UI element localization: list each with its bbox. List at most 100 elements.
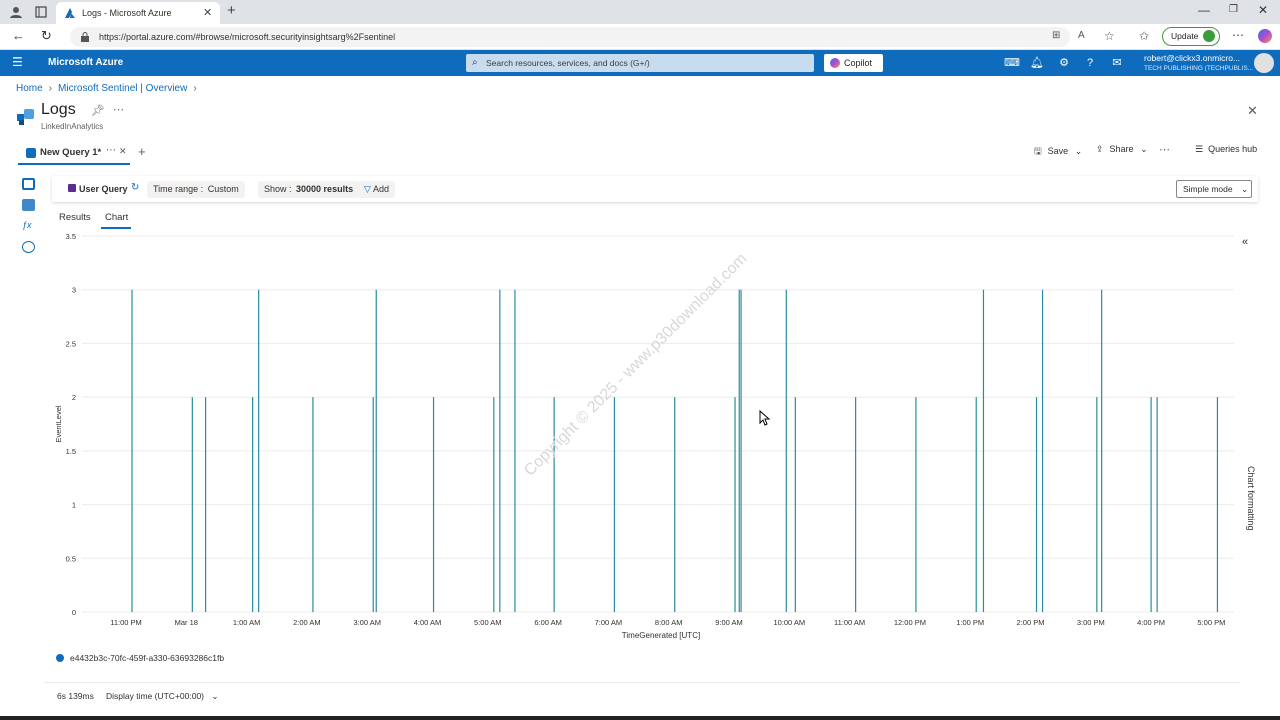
- browser-tab-bar: Logs - Microsoft Azure ✕ + — ❐ ✕: [0, 0, 1280, 24]
- logs-icon: [17, 109, 34, 125]
- settings-icon[interactable]: ⚙: [1057, 56, 1071, 70]
- toolbar-more-icon[interactable]: ⋯: [1159, 143, 1170, 156]
- azure-top-bar: ☰ Microsoft Azure ⌕ Search resources, se…: [0, 50, 1280, 76]
- notifications-icon[interactable]: 🔔︎: [1030, 56, 1044, 70]
- account-name[interactable]: robert@clickx3.onmicro...: [1144, 53, 1240, 63]
- url-text: https://portal.azure.com/#browse/microso…: [99, 32, 396, 42]
- search-placeholder: Search resources, services, and docs (G+…: [486, 58, 650, 68]
- query-duration: 6s 139ms: [57, 691, 94, 701]
- display-time-label: Display time (UTC+00:00): [106, 691, 205, 701]
- results-footer: 6s 139ms Display time (UTC+00:00) ⌄: [44, 682, 1240, 710]
- y-tick-label: 0.5: [66, 554, 76, 563]
- user-query-label[interactable]: User Query: [79, 184, 128, 194]
- page-subtitle: LinkedInAnalytics: [41, 122, 104, 131]
- maximize-icon[interactable]: ❐: [1229, 4, 1238, 15]
- pin-icon[interactable]: 📌︎: [91, 104, 105, 117]
- tab-actions-icon[interactable]: [34, 5, 48, 19]
- new-tab-icon[interactable]: +: [227, 2, 236, 19]
- tab-more-icon[interactable]: ⋯: [106, 145, 116, 156]
- chevron-down-icon: ⌄: [1241, 184, 1249, 194]
- time-range-value: Custom: [207, 184, 239, 194]
- search-icon: ⌕: [472, 57, 478, 68]
- legend-series-name[interactable]: e4432b3c-70fc-459f-a330-63693286c1fb: [70, 653, 224, 663]
- cloud-shell-icon[interactable]: ⌨: [1004, 56, 1020, 70]
- watermark-text: Copyright © 2025 - www.p30download.com: [521, 250, 750, 479]
- azure-search-input[interactable]: ⌕ Search resources, services, and docs (…: [466, 54, 814, 72]
- query-tab-label: New Query 1*: [40, 147, 102, 158]
- show-label: Show :: [264, 184, 292, 194]
- event-level-chart: 0 0.5 1 1.5 2 2.5 3 3.5 11:00 PM Mar 18 1:00 AM 2:…: [54, 232, 1234, 640]
- display-time-select[interactable]: Display time (UTC+00:00) ⌄: [106, 691, 219, 702]
- window-close-icon[interactable]: ✕: [1258, 3, 1268, 17]
- add-query-tab-icon[interactable]: +: [138, 144, 146, 159]
- copilot-button[interactable]: Copilot: [824, 54, 883, 72]
- time-range-pill[interactable]: Time range : Custom: [147, 181, 245, 198]
- profile-icon[interactable]: [9, 5, 23, 19]
- y-tick-label: 2.5: [66, 339, 76, 348]
- refresh-icon[interactable]: ↻: [41, 28, 52, 44]
- back-icon[interactable]: ←: [12, 28, 25, 43]
- refresh-query-icon[interactable]: ↻: [131, 182, 139, 193]
- queries-icon[interactable]: [22, 199, 35, 211]
- y-tick-label: 3: [72, 286, 76, 295]
- azure-brand[interactable]: Microsoft Azure: [48, 57, 123, 68]
- tables-icon[interactable]: [22, 178, 35, 190]
- add-filter-button[interactable]: ▽ Add: [358, 181, 395, 198]
- x-tick-label: 5:00 AM: [474, 618, 502, 627]
- breadcrumb: Home › Microsoft Sentinel | Overview ›: [16, 83, 197, 94]
- chevron-down-icon: ⌄: [1140, 144, 1148, 154]
- y-tick-label: 3.5: [66, 232, 76, 241]
- x-tick-label: 2:00 AM: [293, 618, 321, 627]
- x-axis-ticks: 11:00 PM Mar 18 1:00 AM 2:00 AM 3:00 AM 4:00 …: [110, 618, 1225, 627]
- chart-formatting-panel-tab[interactable]: Chart formatting: [1238, 466, 1268, 546]
- save-button[interactable]: 🖫 Save ⌄: [1034, 144, 1082, 160]
- help-icon[interactable]: ?: [1083, 56, 1097, 70]
- tab-results[interactable]: Results: [59, 212, 91, 223]
- app-available-icon[interactable]: ⊞: [1052, 30, 1060, 41]
- x-tick-label: 1:00 AM: [233, 618, 261, 627]
- share-button[interactable]: ⇪ Share ⌄: [1096, 144, 1148, 155]
- x-tick-label: Mar 18: [175, 618, 198, 627]
- avatar[interactable]: [1254, 53, 1274, 73]
- breadcrumb-home[interactable]: Home: [16, 83, 43, 94]
- show-value: 30000 results: [296, 184, 354, 194]
- tab-close-icon[interactable]: ✕: [119, 146, 127, 157]
- close-blade-icon[interactable]: ✕: [1247, 103, 1258, 119]
- history-icon[interactable]: [22, 241, 35, 253]
- url-field[interactable]: https://portal.azure.com/#browse/microso…: [70, 27, 1070, 47]
- x-tick-label: 3:00 PM: [1077, 618, 1105, 627]
- queries-hub-button[interactable]: ☰ Queries hub: [1195, 144, 1257, 155]
- browser-tab[interactable]: Logs - Microsoft Azure ✕: [56, 2, 220, 24]
- update-button[interactable]: Update: [1162, 27, 1220, 46]
- close-tab-icon[interactable]: ✕: [203, 6, 212, 19]
- update-status-icon: [1203, 30, 1215, 42]
- x-tick-label: 11:00 AM: [834, 618, 865, 627]
- feedback-icon[interactable]: ✉: [1110, 56, 1124, 70]
- portal-menu-icon[interactable]: ☰: [12, 55, 23, 69]
- queries-hub-icon: ☰: [1195, 144, 1204, 154]
- read-aloud-icon[interactable]: A: [1078, 30, 1085, 41]
- more-icon[interactable]: ⋯: [113, 103, 124, 116]
- mode-select[interactable]: Simple mode ⌄: [1176, 180, 1252, 198]
- show-results-pill[interactable]: Show : 30000 results: [258, 181, 360, 198]
- x-tick-label: 10:00 AM: [773, 618, 805, 627]
- copilot-icon: [830, 58, 840, 68]
- collapse-panel-icon[interactable]: «: [1242, 236, 1248, 248]
- breadcrumb-sentinel[interactable]: Microsoft Sentinel | Overview: [58, 83, 187, 94]
- address-bar-row: ← ↻ https://portal.azure.com/#browse/mic…: [0, 24, 1280, 50]
- minimize-icon[interactable]: —: [1198, 3, 1210, 17]
- chart-formatting-label: Chart formatting: [1246, 466, 1256, 531]
- save-label: Save: [1047, 146, 1069, 156]
- x-tick-label: 3:00 AM: [353, 618, 381, 627]
- copilot-browser-icon[interactable]: [1258, 29, 1272, 43]
- y-axis-ticks: 0 0.5 1 1.5 2 2.5 3 3.5: [66, 232, 76, 617]
- page-title: Logs: [41, 101, 76, 118]
- tab-new-query[interactable]: New Query 1* ⋯ ✕: [18, 141, 130, 165]
- favorite-icon[interactable]: ☆: [1104, 29, 1115, 43]
- browser-menu-icon[interactable]: ⋯: [1232, 28, 1244, 42]
- tab-chart[interactable]: Chart: [105, 212, 128, 223]
- mouse-cursor-icon: [759, 410, 771, 426]
- functions-icon[interactable]: ƒx: [22, 220, 35, 232]
- favorites-bar-icon[interactable]: ✩: [1139, 29, 1149, 43]
- share-icon: ⇪: [1096, 144, 1104, 154]
